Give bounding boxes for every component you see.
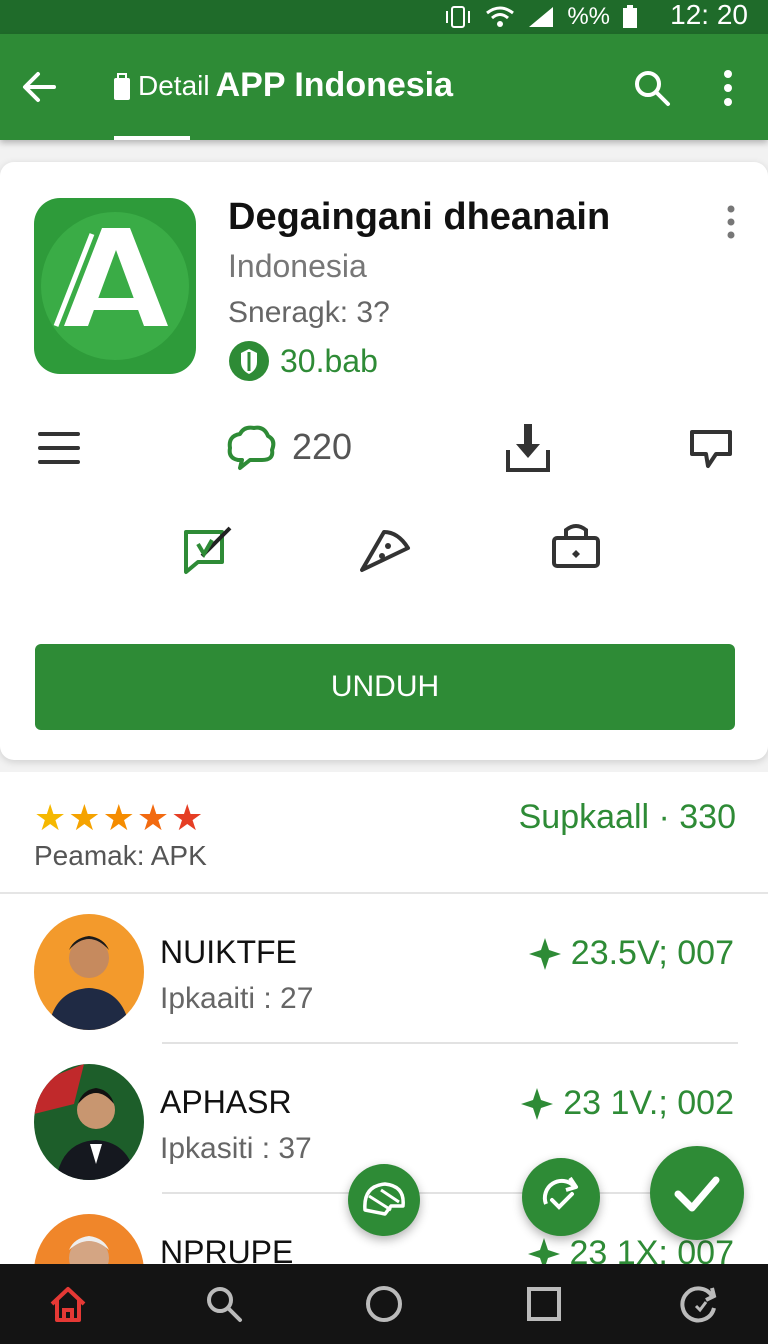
app-size: 30.bab bbox=[228, 340, 378, 382]
title-small: Detail bbox=[138, 69, 210, 101]
signal-icon bbox=[529, 7, 554, 27]
review-score-value: 23.5V; 007 bbox=[570, 934, 734, 972]
back-arrow-icon[interactable] bbox=[18, 66, 60, 108]
battery-icon bbox=[623, 5, 637, 28]
star-icon: ★ bbox=[68, 797, 101, 838]
star-rating: ★ ★ ★ ★ ★ bbox=[34, 800, 203, 836]
review-item[interactable]: NUIKTFE Ipkaaiti : 27 23.5V; 007 bbox=[0, 894, 768, 1044]
rating-label: Peamak: APK bbox=[34, 840, 207, 871]
app-bar-title: Detail APP Indonesia bbox=[112, 66, 453, 105]
lock-bag-icon[interactable] bbox=[550, 522, 602, 570]
vibrate-icon bbox=[446, 6, 471, 28]
card-overflow-icon[interactable] bbox=[722, 204, 740, 240]
system-nav-bar bbox=[0, 1264, 768, 1344]
reviewer-name: NUIKTFE bbox=[160, 934, 297, 970]
sparkle-icon bbox=[521, 1087, 554, 1120]
edit-review-icon[interactable] bbox=[182, 526, 234, 576]
star-icon: ★ bbox=[171, 797, 204, 838]
reviewer-name: APHASR bbox=[160, 1084, 292, 1120]
download-button[interactable]: UNDUH bbox=[35, 644, 735, 730]
reviewer-detail: Ipkaaiti : 27 bbox=[160, 982, 314, 1015]
refresh-icon[interactable] bbox=[680, 1284, 720, 1324]
sync-fab[interactable] bbox=[522, 1158, 600, 1236]
message-icon[interactable] bbox=[688, 428, 734, 470]
comment-count: 220 bbox=[292, 426, 353, 467]
helmet-icon bbox=[363, 1182, 405, 1216]
helmet-fab[interactable] bbox=[348, 1164, 420, 1236]
download-icon[interactable] bbox=[504, 422, 552, 474]
avatar bbox=[34, 1064, 144, 1180]
app-meta: Sneragk: 3? bbox=[228, 296, 390, 329]
letter-a-logo-icon bbox=[41, 212, 189, 360]
search-icon[interactable] bbox=[204, 1284, 244, 1324]
overflow-menu-icon[interactable] bbox=[718, 68, 738, 108]
app-detail-card: Degaingani dheanain Indonesia Sneragk: 3… bbox=[0, 162, 768, 760]
review-score: 23 1V.; 002 bbox=[521, 1084, 734, 1123]
pizza-slice-icon[interactable] bbox=[358, 524, 412, 574]
tab-indicator bbox=[114, 136, 190, 140]
review-score-value: 23 1V.; 002 bbox=[563, 1084, 734, 1122]
shopping-bag-icon bbox=[114, 72, 130, 100]
check-icon bbox=[674, 1176, 720, 1212]
status-time: 12: 20 bbox=[670, 0, 748, 30]
star-icon: ★ bbox=[34, 797, 67, 838]
sync-check-icon bbox=[542, 1176, 578, 1210]
avatar bbox=[34, 914, 144, 1030]
battery-percent: %% bbox=[567, 3, 610, 30]
review-score: 23.5V; 007 bbox=[528, 934, 734, 973]
app-subtitle: Indonesia bbox=[228, 248, 367, 284]
circle-home-icon[interactable] bbox=[364, 1284, 404, 1324]
app-bar: Detail APP Indonesia bbox=[0, 34, 768, 140]
screen: %% 12: 20 Detail APP Indonesia Degaingan… bbox=[0, 0, 768, 1344]
app-logo bbox=[34, 198, 196, 374]
rating-summary[interactable]: Supkaall · 330 bbox=[519, 798, 736, 837]
reviewer-detail: Ipkasiti : 37 bbox=[160, 1132, 312, 1165]
search-icon[interactable] bbox=[632, 68, 672, 108]
comment-bubble-icon[interactable] bbox=[226, 424, 278, 472]
title-big: APP Indonesia bbox=[215, 66, 454, 104]
status-bar: %% 12: 20 bbox=[0, 0, 768, 34]
app-size-value: 30.bab bbox=[280, 342, 378, 379]
menu-icon[interactable] bbox=[38, 430, 80, 466]
star-icon: ★ bbox=[102, 797, 135, 838]
recents-icon[interactable] bbox=[524, 1284, 564, 1324]
home-icon[interactable] bbox=[48, 1284, 88, 1324]
app-name: Degaingani dheanain bbox=[228, 196, 611, 238]
shield-icon bbox=[229, 341, 269, 381]
star-icon: ★ bbox=[136, 797, 170, 838]
confirm-fab[interactable] bbox=[650, 1146, 744, 1240]
sparkle-icon bbox=[528, 937, 561, 970]
status-icons: %% bbox=[443, 0, 638, 34]
wifi-icon bbox=[486, 6, 515, 27]
